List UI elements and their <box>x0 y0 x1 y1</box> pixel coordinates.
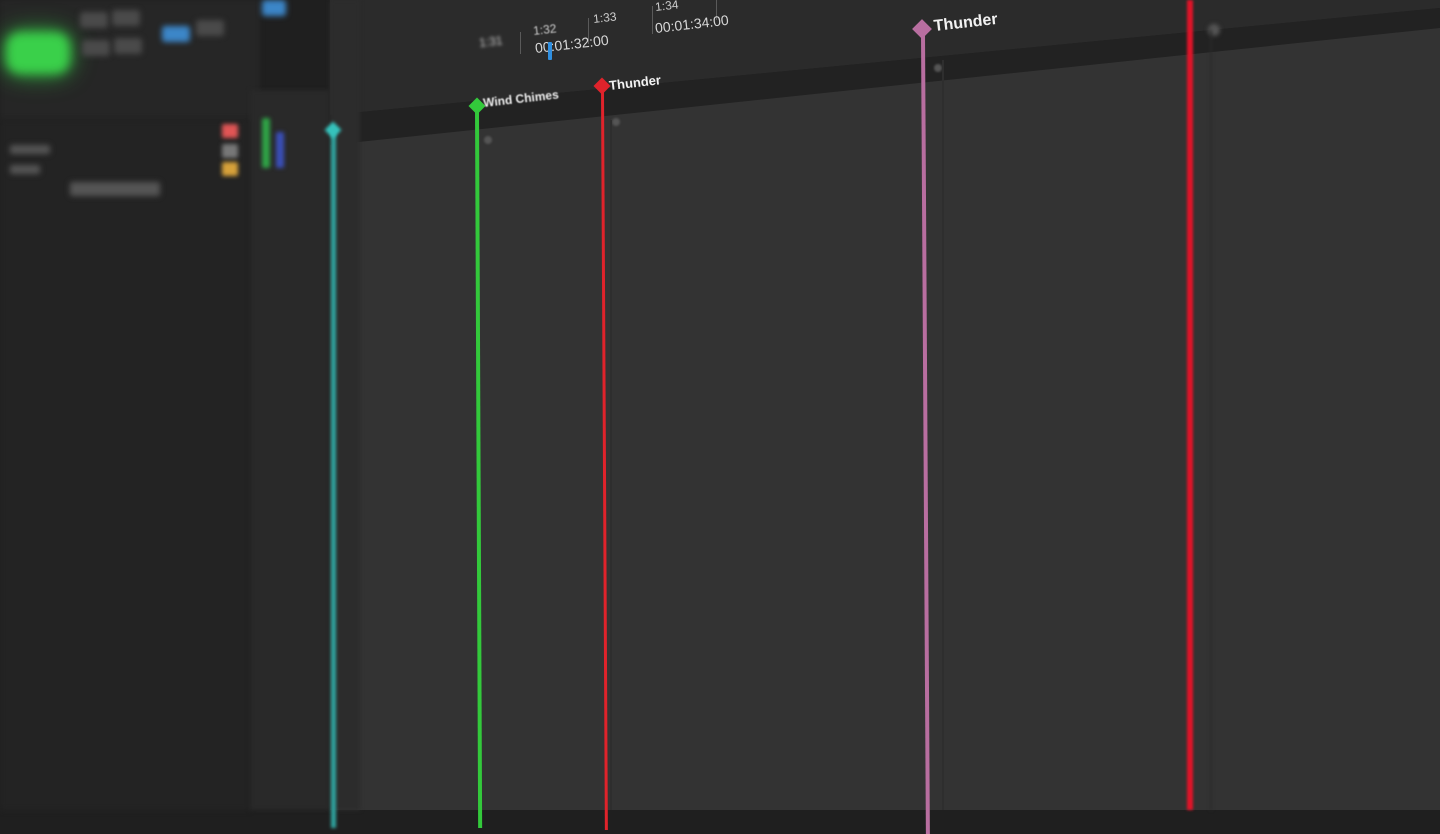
ruler-tick-label: 1:32 <box>532 21 558 38</box>
playhead-icon[interactable] <box>548 42 552 60</box>
lane-separator <box>942 60 944 810</box>
track-handle <box>612 118 620 126</box>
track-handle <box>484 136 492 144</box>
ruler-tick-label: 1:31 <box>478 33 504 50</box>
lane-separator <box>1210 30 1212 810</box>
timeline[interactable]: 1:31 1:32 1:33 1:34 00:01:32:00 00:01:34… <box>0 0 1440 834</box>
ruler-tick <box>652 6 653 34</box>
lane-separator <box>610 120 612 810</box>
marker-line[interactable] <box>1187 0 1193 810</box>
ruler-tick <box>520 32 521 54</box>
ruler-tick-label: 1:33 <box>592 9 618 27</box>
marker-line[interactable] <box>331 128 336 828</box>
track-handle <box>934 64 942 72</box>
